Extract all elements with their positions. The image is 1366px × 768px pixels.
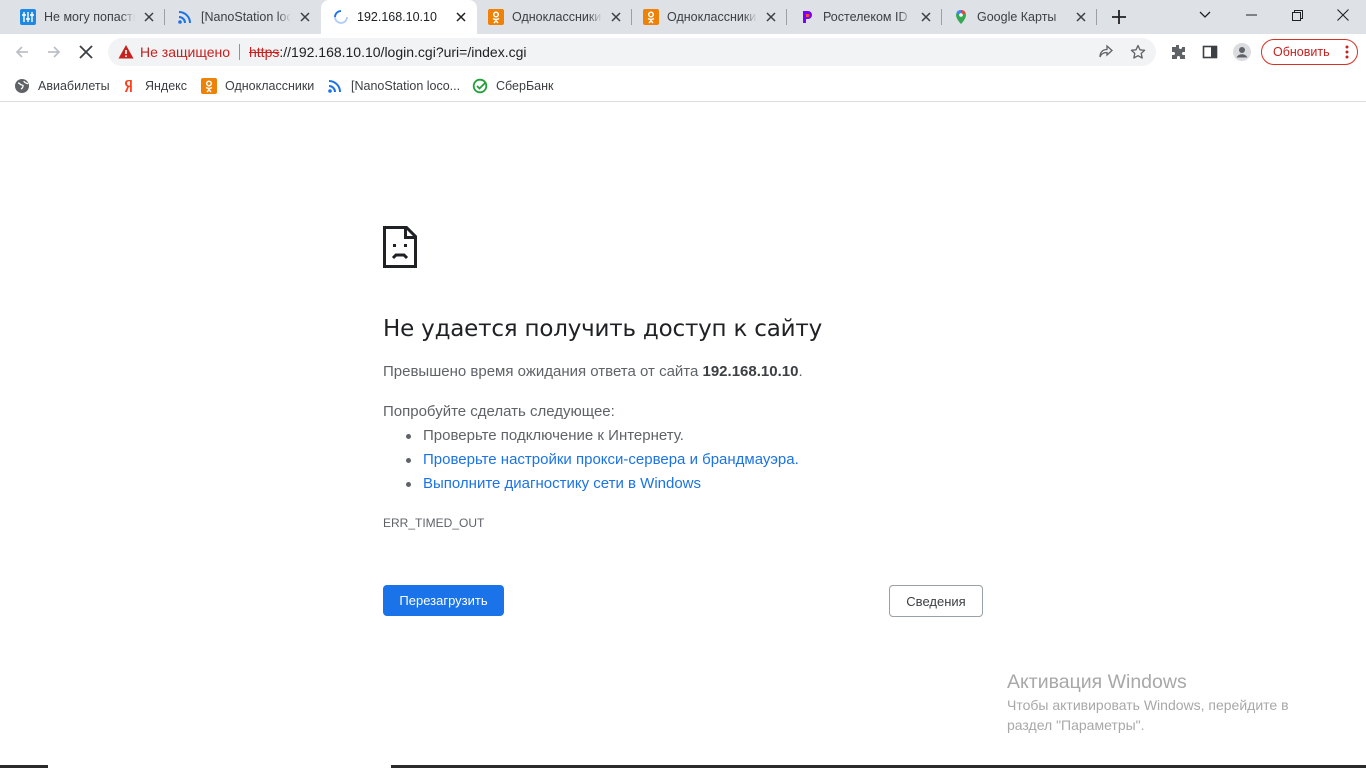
error-description: Превышено время ожидания ответа от сайта… [383, 363, 803, 380]
side-panel-icon[interactable] [1202, 44, 1218, 60]
restore-icon [1291, 9, 1303, 21]
address-bar[interactable]: Не защищено https ://192.168.10.10/login… [108, 38, 1156, 66]
run-diagnostics-link[interactable]: Выполните диагностику сети в Windows [423, 475, 701, 492]
suggestions-heading: Попробуйте сделать следующее: [383, 403, 615, 420]
tab-search-button[interactable] [1182, 0, 1228, 30]
tab-active[interactable]: 192.168.10.10 [321, 0, 477, 34]
tab-separator [1096, 9, 1097, 25]
activation-text: Чтобы активировать Windows, перейдите в … [1007, 697, 1289, 733]
tab-ok-1[interactable]: Одноклассники [477, 0, 632, 34]
rss-icon [327, 78, 343, 94]
bookmark-sberbank[interactable]: СберБанк [472, 76, 553, 96]
stop-icon [79, 45, 93, 59]
suggestion-check-proxy: Проверьте настройки прокси-сервера и бра… [405, 450, 799, 474]
url-scheme: https [249, 44, 280, 60]
star-icon[interactable] [1130, 44, 1146, 60]
reload-button[interactable]: Перезагрузить [383, 585, 504, 616]
error-desc-suffix: . [798, 363, 803, 380]
bookmark-label: Одноклассники [225, 79, 315, 93]
bookmark-nanostation[interactable]: [NanoStation loco... [327, 76, 460, 96]
tab-title: Одноклассники [667, 10, 757, 24]
update-label: Обновить [1273, 45, 1330, 59]
bookmark-odnoklassniki[interactable]: Одноклассники [201, 76, 314, 96]
bookmarks-bar: Авиабилеты Яндекс Одноклассники [NanoSta… [0, 70, 1366, 102]
share-icon[interactable] [1098, 44, 1114, 60]
error-desc-prefix: Превышено время ожидания ответа от сайта [383, 363, 703, 380]
bookmark-label: [NanoStation loco... [351, 79, 461, 93]
rostelecom-icon [799, 9, 815, 25]
loading-spinner-icon [333, 9, 349, 25]
activation-title: Активация Windows [1007, 671, 1187, 693]
tab-close-icon[interactable] [141, 9, 157, 25]
sad-page-icon [383, 226, 417, 268]
divider [239, 44, 240, 60]
extensions-icon[interactable] [1170, 44, 1186, 60]
close-window-button[interactable] [1320, 0, 1366, 30]
tab-close-icon[interactable] [608, 9, 624, 25]
windows-activation-watermark: Активация Windows Чтобы активировать Win… [1007, 669, 1327, 735]
tab-close-icon[interactable] [297, 9, 313, 25]
forum-icon [20, 9, 36, 25]
chevron-down-icon [1199, 11, 1211, 18]
minimize-button[interactable] [1228, 0, 1274, 30]
arrow-left-icon [15, 46, 28, 58]
tab-close-icon[interactable] [763, 9, 779, 25]
tab-title: 192.168.10.10 [357, 10, 437, 24]
forward-button[interactable] [40, 38, 68, 66]
close-icon [1337, 9, 1349, 21]
plus-icon [1112, 10, 1126, 24]
tab-forum[interactable]: Не могу попасть [0, 0, 165, 34]
bookmark-label: Авиабилеты [38, 79, 110, 93]
check-proxy-link[interactable]: Проверьте настройки прокси-сервера и бра… [423, 451, 799, 468]
update-button[interactable]: Обновить [1261, 39, 1358, 65]
tab-close-icon[interactable] [1073, 9, 1089, 25]
ok-icon [488, 9, 504, 25]
tab-title: Не могу попасть [44, 10, 135, 24]
details-button[interactable]: Сведения [889, 585, 983, 617]
error-page: Не удается получить доступ к сайту Превы… [0, 103, 1366, 768]
bookmark-aviabilety[interactable]: Авиабилеты [14, 76, 110, 96]
google-maps-icon [953, 9, 969, 25]
bookmark-yandex[interactable]: Яндекс [121, 76, 187, 96]
tab-title: Одноклассники [512, 10, 602, 24]
suggestion-run-diagnostics: Выполните диагностику сети в Windows [405, 474, 799, 498]
tab-ok-2[interactable]: Одноклассники [632, 0, 787, 34]
yandex-icon [121, 78, 137, 94]
arrow-right-icon [48, 46, 61, 58]
warning-icon[interactable] [118, 44, 134, 60]
tab-close-icon[interactable] [453, 9, 469, 25]
tab-google-maps[interactable]: Google Карты [942, 0, 1097, 34]
ok-icon [643, 9, 659, 25]
minimize-icon [1245, 14, 1257, 16]
more-vert-icon [1345, 45, 1349, 59]
url-text: ://192.168.10.10/login.cgi?uri=/index.cg… [279, 44, 527, 60]
tab-title: Google Карты [977, 10, 1057, 24]
bookmark-label: Яндекс [145, 79, 188, 93]
restore-button[interactable] [1274, 0, 1320, 30]
tab-rostelecom[interactable]: Ростелеком ID [787, 0, 942, 34]
toolbar: Не защищено https ://192.168.10.10/login… [0, 34, 1366, 70]
stop-loading-button[interactable] [72, 38, 100, 66]
globe-icon [14, 78, 30, 94]
tab-title: [NanoStation loco [201, 10, 291, 24]
tab-nanostation[interactable]: [NanoStation loco [165, 0, 321, 34]
tab-close-icon[interactable] [918, 9, 934, 25]
profile-avatar-icon[interactable] [1233, 43, 1251, 61]
sberbank-icon [472, 78, 488, 94]
error-host: 192.168.10.10 [702, 363, 799, 380]
new-tab-button[interactable] [1107, 5, 1131, 29]
tab-strip: Не могу попасть [NanoStation loco 192.16… [0, 0, 1366, 34]
ok-icon [201, 78, 217, 94]
not-secure-label[interactable]: Не защищено [140, 44, 230, 60]
error-title: Не удается получить доступ к сайту [383, 316, 823, 342]
bookmark-label: СберБанк [496, 79, 554, 93]
back-button[interactable] [8, 38, 36, 66]
error-code: ERR_TIMED_OUT [383, 516, 485, 530]
suggestions-list: Проверьте подключение к Интернету. Прове… [405, 426, 799, 498]
suggestion-check-connection: Проверьте подключение к Интернету. [405, 426, 799, 450]
rss-icon [177, 9, 193, 25]
tab-title: Ростелеком ID [823, 10, 908, 24]
